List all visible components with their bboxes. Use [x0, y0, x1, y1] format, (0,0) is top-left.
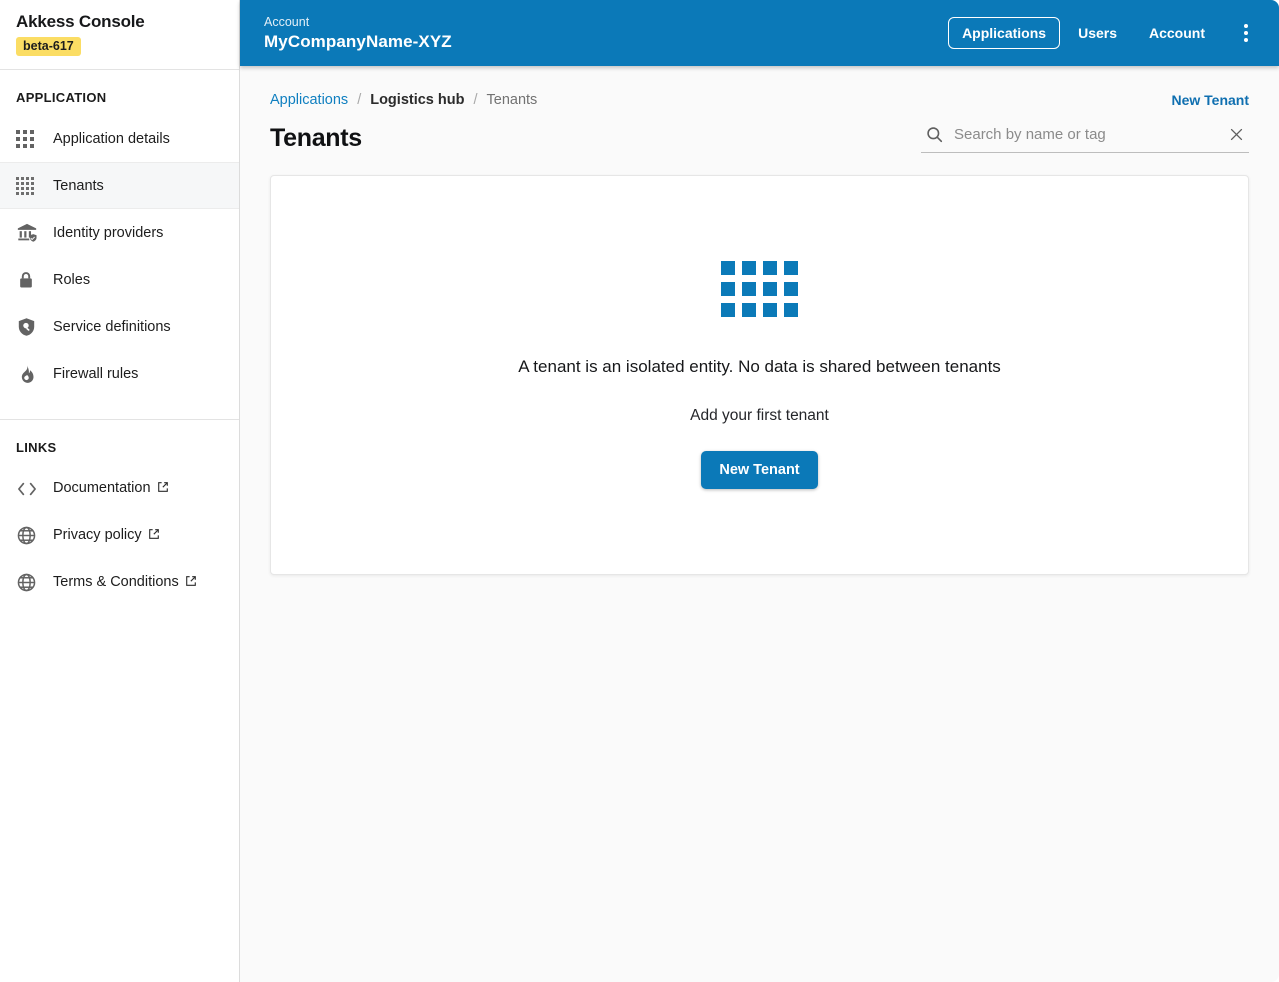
sidebar-item-label: Terms & Conditions: [53, 574, 197, 591]
globe-icon: [16, 571, 42, 595]
version-badge: beta-617: [16, 37, 81, 56]
sidebar-item-identity-providers[interactable]: Identity providers: [0, 209, 239, 256]
content-area: Applications / Logistics hub / Tenants N…: [240, 66, 1279, 982]
breadcrumb-separator: /: [473, 92, 478, 108]
external-link-icon: [157, 481, 169, 497]
grid-3x3-icon: [16, 127, 42, 151]
close-icon[interactable]: [1228, 126, 1245, 143]
sidebar-item-privacy-policy[interactable]: Privacy policy: [0, 512, 239, 559]
breadcrumb-separator: /: [357, 92, 362, 108]
new-tenant-button[interactable]: New Tenant: [701, 451, 818, 489]
page-title: Tenants: [270, 124, 362, 152]
top-header: Account MyCompanyName-XYZ Applications U…: [240, 0, 1279, 66]
sidebar-item-terms-conditions[interactable]: Terms & Conditions: [0, 559, 239, 606]
header-nav: Applications Users Account: [948, 16, 1263, 50]
bank-shield-icon: [16, 221, 42, 245]
empty-state-headline: A tenant is an isolated entity. No data …: [518, 357, 1001, 376]
code-brackets-icon: [16, 477, 42, 501]
search-bar: [921, 125, 1249, 153]
grid-squares-illustration: [721, 261, 798, 317]
app-window: Akkess Console beta-617 APPLICATION Appl…: [0, 0, 1279, 982]
sidebar-item-application-details[interactable]: Application details: [0, 115, 239, 162]
header-nav-users[interactable]: Users: [1064, 17, 1131, 49]
globe-icon: [16, 524, 42, 548]
new-tenant-link[interactable]: New Tenant: [1171, 92, 1249, 108]
sidebar-item-label: Roles: [53, 271, 91, 288]
sidebar-item-tenants[interactable]: Tenants: [0, 162, 239, 209]
shield-search-icon: [16, 315, 42, 339]
sidebar-item-label: Identity providers: [53, 224, 164, 241]
search-input[interactable]: [944, 126, 1228, 143]
sidebar-item-label: Service definitions: [53, 318, 171, 335]
grid-4x4-icon: [16, 174, 42, 198]
sidebar-section-application-title: APPLICATION: [16, 90, 107, 105]
lock-icon: [16, 268, 42, 292]
empty-state-subtext: Add your first tenant: [690, 407, 829, 424]
sidebar-section-links-title: LINKS: [16, 440, 57, 455]
sidebar-item-firewall-rules[interactable]: Firewall rules: [0, 350, 239, 397]
main-area: Account MyCompanyName-XYZ Applications U…: [240, 0, 1279, 982]
sidebar-item-documentation[interactable]: Documentation: [0, 465, 239, 512]
sidebar-item-service-definitions[interactable]: Service definitions: [0, 303, 239, 350]
brand-header: Akkess Console beta-617: [0, 0, 239, 70]
header-nav-applications[interactable]: Applications: [948, 17, 1061, 49]
account-name: MyCompanyName-XYZ: [264, 32, 452, 51]
sidebar-item-label: Firewall rules: [53, 365, 139, 382]
account-block: Account MyCompanyName-XYZ: [264, 14, 452, 52]
external-link-icon: [185, 575, 197, 591]
sidebar-item-label: Documentation: [53, 480, 169, 497]
kebab-menu-icon[interactable]: [1229, 16, 1263, 50]
brand-title: Akkess Console: [16, 12, 145, 31]
breadcrumb-item-applications[interactable]: Applications: [270, 92, 348, 108]
sidebar-item-roles[interactable]: Roles: [0, 256, 239, 303]
sidebar-item-label: Application details: [53, 130, 170, 147]
breadcrumb-item-tenants: Tenants: [486, 92, 538, 108]
external-link-icon: [148, 528, 160, 544]
account-eyebrow: Account: [264, 15, 310, 29]
sidebar: Akkess Console beta-617 APPLICATION Appl…: [0, 0, 240, 982]
sidebar-item-label: Privacy policy: [53, 527, 160, 544]
breadcrumb-item-logistics-hub[interactable]: Logistics hub: [370, 92, 464, 108]
search-icon: [925, 125, 944, 144]
header-nav-account[interactable]: Account: [1135, 17, 1219, 49]
sidebar-item-label: Tenants: [53, 177, 104, 194]
page-header-row: Tenants: [270, 124, 1249, 153]
breadcrumb: Applications / Logistics hub / Tenants N…: [270, 66, 1249, 108]
flame-icon: [16, 362, 42, 386]
tenants-empty-card: A tenant is an isolated entity. No data …: [270, 175, 1249, 575]
